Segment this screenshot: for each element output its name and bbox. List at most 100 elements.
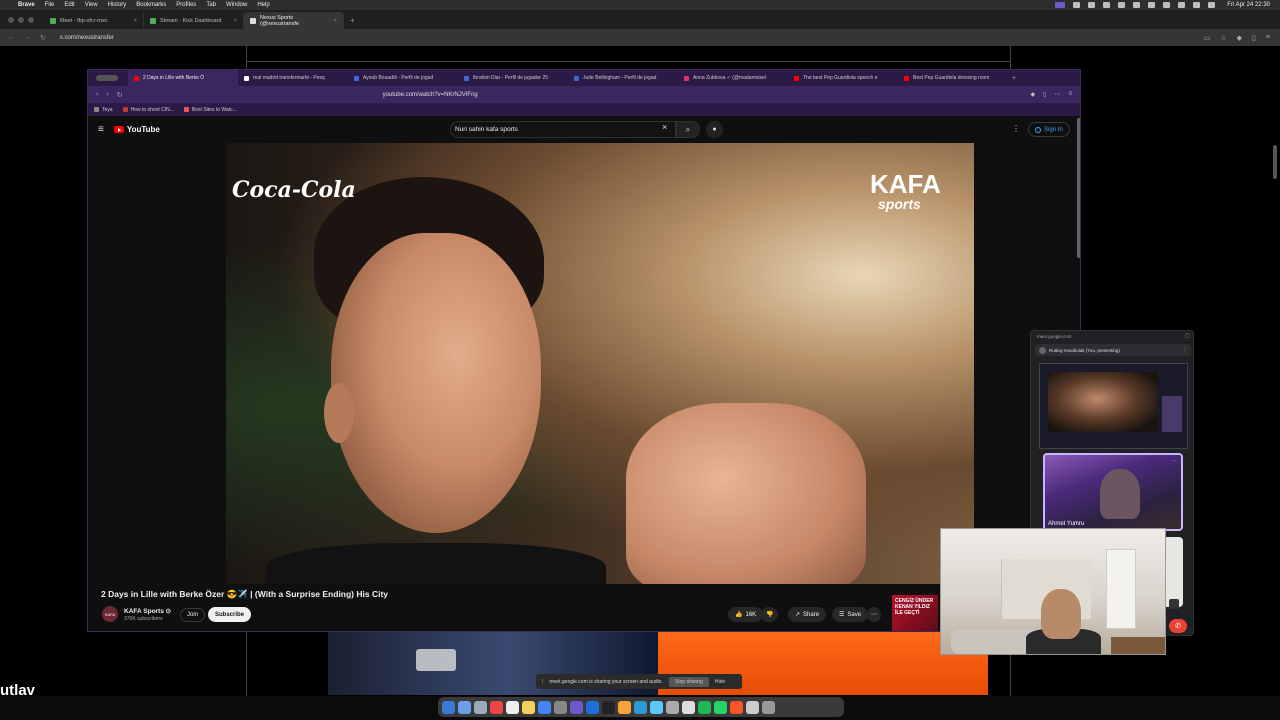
app-icon[interactable] — [682, 700, 695, 714]
end-call-button[interactable]: ✆ — [1169, 619, 1187, 633]
sidebar-icon[interactable]: ▯ — [1252, 34, 1256, 42]
menu-history[interactable]: History — [108, 2, 127, 8]
search-button[interactable]: ⌕ — [676, 121, 700, 138]
app-icon[interactable] — [666, 700, 679, 714]
pin-icon[interactable] — [1169, 599, 1179, 609]
outer-tab-meet[interactable]: Meet - fbp-xfcr-mec × — [44, 12, 144, 29]
share-button[interactable]: ↗ Share — [788, 607, 827, 622]
chrome-icon[interactable] — [538, 700, 551, 714]
brave-shield-icon[interactable]: ◆ — [1237, 34, 1242, 42]
inner-tab-instagram[interactable]: Anna Zubkova ✓ (@madamoisel — [678, 70, 788, 86]
notes-icon[interactable] — [506, 700, 519, 714]
inner-tab-diaz[interactable]: Ibrahim Diar - Perfil de jugador 25 — [458, 70, 568, 86]
safari-icon[interactable] — [458, 700, 471, 714]
zoom-window-button[interactable] — [28, 17, 34, 23]
menu-icon[interactable]: ≡ — [1068, 91, 1072, 98]
status-icon[interactable] — [1133, 2, 1141, 8]
close-window-button[interactable] — [8, 17, 14, 23]
app-icon[interactable] — [618, 700, 631, 714]
inner-tab-google[interactable]: real madrid transfermarkt - Pesq — [238, 70, 348, 86]
extensions-icon[interactable]: ⋯ — [1054, 91, 1060, 98]
hide-button[interactable]: Hide — [715, 679, 725, 685]
terminal-icon[interactable] — [602, 700, 615, 714]
forward-icon[interactable]: › — [106, 91, 108, 99]
bookmark-star-icon[interactable]: ☆ — [1220, 34, 1226, 42]
menu-file[interactable]: File — [45, 2, 55, 8]
hamburger-menu-icon[interactable]: ≡ — [98, 124, 104, 135]
app-icon[interactable] — [474, 700, 487, 714]
shared-screen-preview[interactable] — [1039, 363, 1188, 449]
back-icon[interactable]: ← — [8, 34, 15, 42]
close-tab-icon[interactable]: × — [333, 18, 337, 24]
app-icon[interactable] — [650, 700, 663, 714]
minimize-window-button[interactable] — [18, 17, 24, 23]
close-tab-icon[interactable]: × — [233, 18, 237, 24]
inner-tab-pep-speech[interactable]: The best Pep Guardiola speech e — [788, 70, 898, 86]
menu-window[interactable]: Window — [226, 2, 247, 8]
brave-shield-icon[interactable]: ◆ — [1031, 91, 1036, 98]
more-options-icon[interactable]: ⋮ — [1012, 124, 1020, 133]
menu-edit[interactable]: Edit — [64, 2, 74, 8]
screen-share-status-icon[interactable] — [1055, 2, 1066, 8]
sidebar-icon[interactable]: ▯ — [1043, 91, 1046, 98]
participant-tile[interactable]: ⋯ — [1043, 453, 1183, 531]
control-center-icon[interactable] — [1208, 2, 1216, 8]
app-icon[interactable] — [570, 700, 583, 714]
status-icon[interactable] — [1073, 2, 1081, 8]
menu-app-name[interactable]: Brave — [18, 2, 35, 8]
outer-tab-x[interactable]: Nexus Sports (@nexustransfe × — [244, 12, 344, 29]
status-icon[interactable] — [1088, 2, 1096, 8]
finder-icon[interactable] — [442, 700, 455, 714]
new-tab-button[interactable]: + — [1008, 75, 1016, 82]
channel-name[interactable]: KAFA Sports ⊙ — [124, 607, 171, 615]
status-icon[interactable] — [1118, 2, 1126, 8]
bookmark-item[interactable]: How to shoot CIN... — [122, 107, 174, 113]
video-player[interactable]: Coca-Cola KAFA sports — [226, 143, 974, 584]
search-icon[interactable] — [1193, 2, 1201, 8]
menu-tab[interactable]: Tab — [206, 2, 216, 8]
status-icon[interactable] — [1148, 2, 1156, 8]
app-icon[interactable] — [634, 700, 647, 714]
more-options-icon[interactable]: ⋯ — [1171, 458, 1176, 464]
search-input[interactable]: Nuri sahin kafa sports — [450, 121, 676, 138]
vscode-icon[interactable] — [586, 700, 599, 714]
settings-icon[interactable] — [554, 700, 567, 714]
save-button[interactable]: ☰ Save — [832, 607, 869, 622]
drag-handle-icon[interactable]: ⁞ — [542, 679, 543, 685]
whatsapp-icon[interactable] — [714, 700, 727, 714]
page-scrollbar[interactable] — [1077, 118, 1080, 258]
sign-in-button[interactable]: Sign In — [1028, 122, 1070, 137]
menu-clock[interactable]: Fri Apr 24 22:30 — [1227, 2, 1270, 8]
menu-help[interactable]: Help — [257, 2, 269, 8]
inner-tab-pep-dressing[interactable]: Best Pep Guardiola dressing room — [898, 70, 1008, 86]
spotify-icon[interactable] — [698, 700, 711, 714]
pip-expand-icon[interactable]: ▢ — [1185, 333, 1190, 339]
more-options-icon[interactable]: ⋮ — [1183, 347, 1188, 353]
voice-search-button[interactable]: ● — [706, 121, 723, 138]
trash-icon[interactable] — [762, 700, 775, 714]
battery-icon[interactable] — [1178, 2, 1186, 8]
outer-url-field[interactable]: x.com/nexustransfer — [60, 35, 114, 41]
wifi-icon[interactable] — [1163, 2, 1171, 8]
menu-bookmarks[interactable]: Bookmarks — [136, 2, 166, 8]
subscribe-button[interactable]: Subscribe — [208, 607, 252, 622]
new-tab-button[interactable]: + — [344, 16, 355, 29]
menu-icon[interactable]: ≡ — [1266, 34, 1270, 42]
back-icon[interactable]: ‹ — [96, 91, 98, 99]
more-actions-button[interactable]: ⋯ — [867, 607, 881, 622]
calendar-icon[interactable] — [490, 700, 503, 714]
like-button[interactable]: 👍 16K — [728, 607, 764, 622]
bookmark-item[interactable]: Best Sites to Watc... — [183, 107, 237, 113]
menu-profiles[interactable]: Profiles — [176, 2, 196, 8]
reload-icon[interactable]: ↻ — [117, 91, 123, 99]
reload-icon[interactable]: ↻ — [40, 34, 46, 42]
close-tab-icon[interactable]: × — [133, 18, 137, 24]
window-controls[interactable] — [96, 75, 118, 81]
menu-view[interactable]: View — [85, 2, 98, 8]
inner-tab-bouaddi[interactable]: Ayoub Bouaddi - Perfil de jogad — [348, 70, 458, 86]
outer-tab-kick[interactable]: Stream · Kick Dashboard × — [144, 12, 244, 29]
brave-icon[interactable] — [730, 700, 743, 714]
inner-url-field[interactable]: youtube.com/watch?v=NKrNJVIFng — [383, 92, 478, 98]
clear-search-icon[interactable]: × — [662, 122, 667, 132]
bookmark-item[interactable]: Teya — [94, 107, 113, 113]
